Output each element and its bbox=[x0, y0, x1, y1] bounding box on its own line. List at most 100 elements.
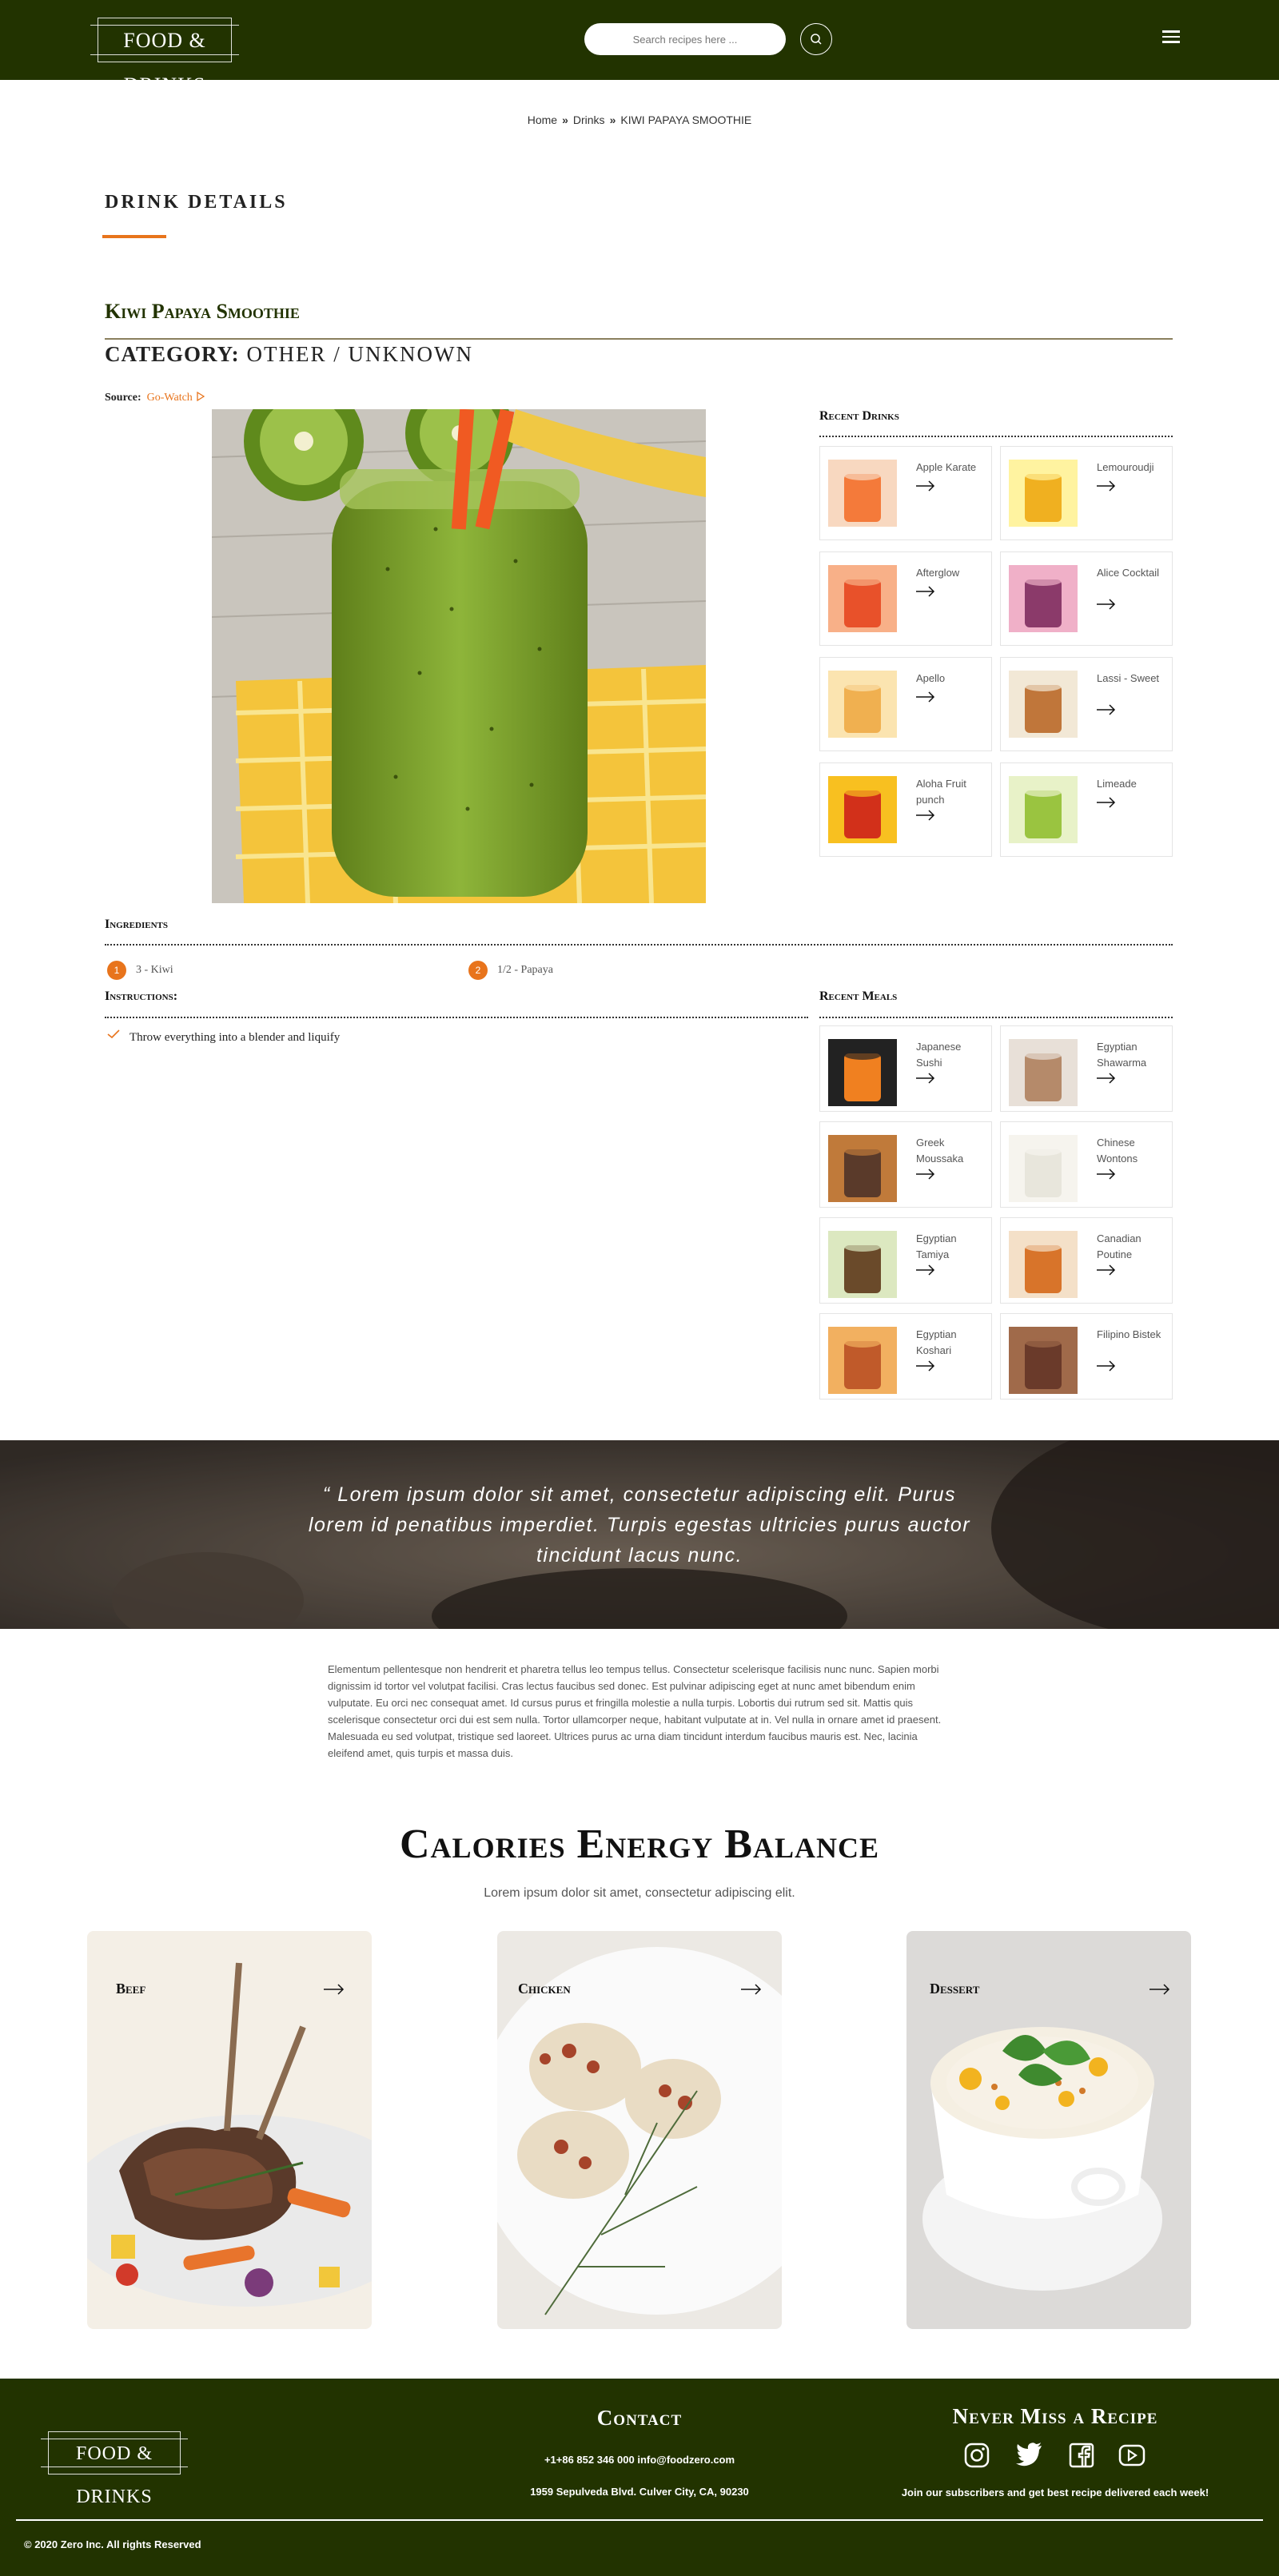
arrow-right-icon[interactable] bbox=[916, 1360, 935, 1372]
site-logo[interactable]: FOOD & DRINKS bbox=[90, 18, 239, 97]
arrow-right-icon[interactable] bbox=[916, 480, 935, 492]
recent-meal-label: Canadian Poutine bbox=[1097, 1232, 1142, 1260]
recent-drink-card[interactable]: Alice Cocktail bbox=[1000, 551, 1173, 646]
instructions-divider bbox=[105, 1017, 808, 1018]
instagram-icon[interactable] bbox=[964, 2443, 990, 2468]
drink-title: Kiwi Papaya Smoothie bbox=[105, 300, 300, 323]
arrow-right-icon[interactable] bbox=[1097, 797, 1116, 808]
footer-divider bbox=[16, 2519, 1263, 2521]
recent-drink-card[interactable]: Apple Karate bbox=[819, 446, 992, 540]
ingredient-item: 3 - Kiwi bbox=[136, 964, 173, 976]
hamburger-menu-icon[interactable] bbox=[1162, 30, 1180, 43]
recent-drink-card[interactable]: Afterglow bbox=[819, 551, 992, 646]
arrow-right-icon[interactable] bbox=[1097, 1360, 1116, 1372]
recent-drink-thumbnail bbox=[1009, 460, 1078, 527]
arrow-right-icon[interactable] bbox=[324, 1984, 345, 1995]
arrow-right-icon[interactable] bbox=[1097, 1169, 1116, 1180]
recent-meal-card[interactable]: Japanese Sushi bbox=[819, 1025, 992, 1112]
ingredients-title: Ingredients bbox=[105, 918, 168, 931]
recent-drink-card[interactable]: Apello bbox=[819, 657, 992, 751]
arrow-right-icon[interactable] bbox=[1097, 599, 1116, 610]
recent-drink-thumbnail bbox=[1009, 671, 1078, 738]
recent-drink-label: Lemouroudji bbox=[1097, 461, 1154, 473]
arrow-right-icon[interactable] bbox=[916, 1264, 935, 1276]
search-input[interactable] bbox=[584, 23, 786, 55]
recent-meal-card[interactable]: Chinese Wontons bbox=[1000, 1121, 1173, 1208]
recent-drinks-title: Recent Drinks bbox=[819, 409, 899, 423]
arrow-right-icon[interactable] bbox=[1097, 704, 1116, 715]
recent-meal-card[interactable]: Filipino Bistek bbox=[1000, 1313, 1173, 1399]
recent-meals-title: Recent Meals bbox=[819, 989, 898, 1003]
breadcrumb-home[interactable]: Home bbox=[528, 113, 557, 126]
recent-meal-card[interactable]: Greek Moussaka bbox=[819, 1121, 992, 1208]
ingredient-number: 1 bbox=[107, 961, 126, 980]
play-icon[interactable] bbox=[196, 391, 205, 402]
recent-drink-label: Alice Cocktail bbox=[1097, 567, 1160, 579]
recent-meals-divider bbox=[819, 1017, 1173, 1018]
youtube-icon[interactable] bbox=[1118, 2444, 1146, 2467]
arrow-right-icon[interactable] bbox=[1097, 480, 1116, 492]
recent-drink-label: Apple Karate bbox=[916, 461, 977, 473]
recent-drink-card[interactable]: Aloha Fruit punch bbox=[819, 762, 992, 857]
source-label: Source: bbox=[105, 392, 141, 404]
source-link[interactable]: Go-Watch bbox=[147, 392, 193, 404]
twitter-icon[interactable] bbox=[1016, 2443, 1043, 2467]
category-value: OTHER / UNKNOWN bbox=[246, 342, 473, 366]
recent-meal-card[interactable]: Egyptian Shawarma bbox=[1000, 1025, 1173, 1112]
recent-drinks-divider bbox=[819, 436, 1173, 437]
arrow-right-icon[interactable] bbox=[916, 1073, 935, 1084]
arrow-right-icon[interactable] bbox=[1150, 1984, 1170, 1995]
arrow-right-icon[interactable] bbox=[916, 586, 935, 597]
recent-drink-thumbnail bbox=[828, 460, 897, 527]
recent-meal-thumbnail bbox=[1009, 1135, 1078, 1202]
copyright: © 2020 Zero Inc. All rights Reserved bbox=[24, 2538, 201, 2550]
recent-drink-label: Afterglow bbox=[916, 567, 960, 579]
contact-phone-email: +1+86 852 346 000 info@foodzero.com bbox=[544, 2454, 735, 2466]
recent-drink-card[interactable]: Lassi - Sweet bbox=[1000, 657, 1173, 751]
arrow-right-icon[interactable] bbox=[916, 1169, 935, 1180]
recent-meal-label: Chinese Wontons bbox=[1097, 1137, 1138, 1165]
recent-meal-card[interactable]: Egyptian Koshari bbox=[819, 1313, 992, 1399]
title-divider bbox=[105, 338, 1173, 340]
arrow-right-icon[interactable] bbox=[741, 1984, 762, 1995]
arrow-right-icon[interactable] bbox=[916, 691, 935, 703]
category-card-label: Dessert bbox=[930, 1981, 980, 1997]
facebook-icon[interactable] bbox=[1069, 2443, 1094, 2468]
recent-drink-thumbnail bbox=[1009, 565, 1078, 632]
search-button[interactable] bbox=[800, 23, 832, 55]
body-paragraph: Elementum pellentesque non hendrerit et … bbox=[328, 1663, 942, 1759]
recent-drink-label: Apello bbox=[916, 672, 946, 684]
recent-drink-thumbnail bbox=[828, 776, 897, 843]
arrow-right-icon[interactable] bbox=[916, 810, 935, 821]
recent-meal-label: Japanese Sushi bbox=[916, 1041, 962, 1069]
contact-address: 1959 Sepulveda Blvd. Culver City, CA, 90… bbox=[530, 2486, 749, 2498]
recent-meal-card[interactable]: Canadian Poutine bbox=[1000, 1217, 1173, 1304]
contact-title: Contact bbox=[596, 2406, 683, 2430]
arrow-right-icon[interactable] bbox=[1097, 1073, 1116, 1084]
breadcrumb: Home » Drinks » KIWI PAPAYA SMOOTHIE bbox=[0, 113, 1279, 126]
logo-text: FOOD & DRINKS bbox=[123, 29, 206, 97]
check-icon bbox=[107, 1029, 120, 1039]
recent-drink-card[interactable]: Lemouroudji bbox=[1000, 446, 1173, 540]
recent-meal-thumbnail bbox=[828, 1039, 897, 1106]
category-label: CATEGORY: bbox=[105, 342, 240, 366]
instructions-title: Instructions: bbox=[105, 989, 178, 1003]
ingredient-number: 2 bbox=[468, 961, 488, 980]
chevron-right-icon: » bbox=[609, 113, 616, 126]
recent-meal-thumbnail bbox=[1009, 1231, 1078, 1298]
quote-text: “ Lorem ipsum dolor sit amet, consectetu… bbox=[308, 1483, 971, 1567]
calories-title: Calories Energy Balance bbox=[400, 1822, 879, 1867]
recent-drink-card[interactable]: Limeade bbox=[1000, 762, 1173, 857]
ingredients-divider bbox=[105, 944, 1173, 946]
drink-source: Source: Go-Watch bbox=[105, 391, 205, 404]
footer-logo[interactable]: FOOD & DRINKS bbox=[41, 2431, 188, 2507]
category-card-label: Chicken bbox=[518, 1981, 571, 1997]
breadcrumb-current: KIWI PAPAYA SMOOTHIE bbox=[620, 113, 752, 126]
breadcrumb-drinks[interactable]: Drinks bbox=[573, 113, 605, 126]
recent-meal-thumbnail bbox=[1009, 1039, 1078, 1106]
section-title: DRINK DETAILS bbox=[105, 192, 288, 213]
recent-drink-thumbnail bbox=[1009, 776, 1078, 843]
recent-meal-card[interactable]: Egyptian Tamiya bbox=[819, 1217, 992, 1304]
recent-meal-label: Greek Moussaka bbox=[916, 1137, 964, 1165]
arrow-right-icon[interactable] bbox=[1097, 1264, 1116, 1276]
